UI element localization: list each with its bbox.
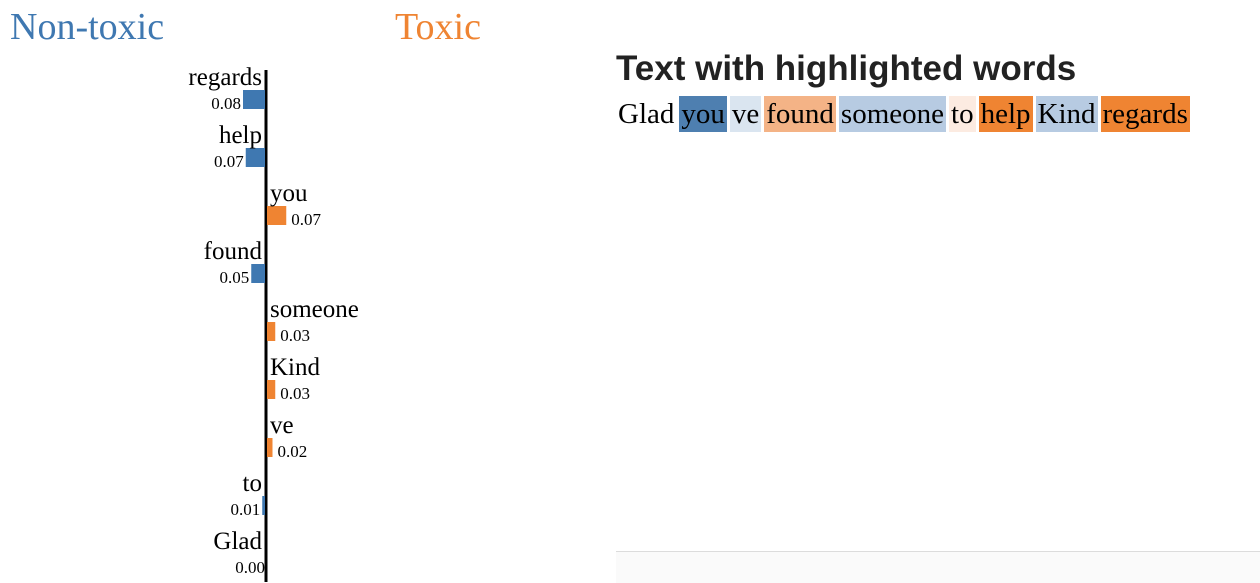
word-label: help: [219, 122, 262, 149]
word-label: Kind: [270, 354, 321, 381]
value-label: 0.00: [235, 558, 265, 577]
word-label: you: [270, 180, 308, 207]
value-label: 0.03: [280, 384, 310, 403]
bar-someone: [267, 322, 276, 341]
value-label: 0.05: [220, 268, 250, 287]
bar-found: [251, 264, 265, 283]
bar-to: [262, 496, 265, 515]
word-label: Glad: [213, 528, 262, 555]
word-label: found: [204, 238, 263, 265]
value-label: 0.01: [231, 500, 261, 519]
highlighted-word: someone: [838, 96, 947, 132]
highlighted-word: found: [764, 96, 836, 132]
highlighted-text: Glad you ve found someone to help Kind regards: [616, 96, 1260, 132]
highlighted-text-panel: Text with highlighted words Glad you ve fou…: [616, 48, 1260, 132]
word-label: someone: [270, 296, 359, 323]
value-label: 0.07: [214, 152, 244, 171]
word-label: to: [243, 470, 262, 497]
highlighted-word: regards: [1100, 96, 1190, 132]
bar-Kind: [267, 380, 276, 399]
bar-you: [267, 206, 287, 225]
word-label: regards: [188, 64, 262, 91]
highlighted-word: Kind: [1035, 96, 1098, 132]
value-label: 0.07: [291, 210, 321, 229]
value-label: 0.08: [211, 94, 241, 113]
bar-regards: [243, 90, 265, 109]
highlighted-word: Glad: [616, 96, 677, 132]
highlighted-word: you: [679, 96, 727, 132]
value-label: 0.03: [280, 326, 310, 345]
bottom-divider: [616, 551, 1260, 583]
highlighted-word: to: [949, 96, 976, 132]
highlighted-word: help: [978, 96, 1033, 132]
highlighted-word: ve: [729, 96, 762, 132]
bar-ve: [267, 438, 273, 457]
word-importance-bar-chart: regards 0.08 help 0.07 you 0.07 found 0.05 someo…: [188, 64, 359, 582]
value-label: 0.02: [278, 442, 308, 461]
word-label: ve: [270, 412, 294, 439]
panel-title: Text with highlighted words: [616, 49, 1077, 88]
bar-help: [245, 148, 265, 167]
